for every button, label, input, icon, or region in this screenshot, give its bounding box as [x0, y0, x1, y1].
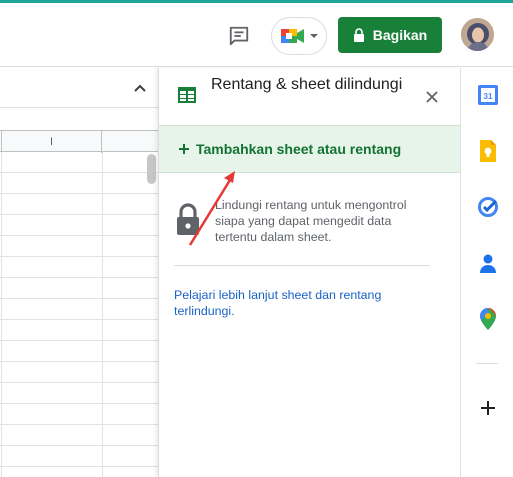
- keep-icon: [480, 140, 496, 162]
- contacts-icon: [480, 254, 496, 273]
- close-panel-button[interactable]: [422, 87, 442, 107]
- meet-button[interactable]: [271, 17, 327, 55]
- comment-history-button[interactable]: [226, 23, 252, 49]
- column-header-i[interactable]: I: [2, 131, 102, 153]
- google-meet-icon: [280, 29, 304, 43]
- get-add-ons-button[interactable]: [475, 395, 501, 421]
- protection-info: Lindungi rentang untuk mengontrol siapa …: [159, 188, 460, 258]
- keep-button[interactable]: [475, 138, 501, 164]
- maps-icon: [480, 308, 496, 330]
- learn-more-link[interactable]: Pelajari lebih lanjut sheet dan rentang …: [174, 287, 424, 319]
- user-avatar[interactable]: [461, 18, 494, 51]
- grid-row: [0, 404, 158, 425]
- grid-row: [0, 425, 158, 446]
- plus-icon: [179, 144, 189, 154]
- add-sheet-or-range-button[interactable]: Tambahkan sheet atau rentang: [159, 125, 460, 173]
- maps-button[interactable]: [475, 306, 501, 332]
- grid-row: [0, 152, 158, 173]
- comment-icon: [229, 26, 249, 46]
- tasks-button[interactable]: [475, 194, 501, 220]
- lock-icon: [353, 28, 364, 42]
- grid-row: [0, 236, 158, 257]
- grid-row: [0, 341, 158, 362]
- sheets-table-icon: [178, 87, 196, 103]
- grid-row: [0, 362, 158, 383]
- calendar-day: 31: [484, 92, 493, 101]
- tasks-icon: [478, 197, 498, 217]
- grid-row: [0, 173, 158, 194]
- spreadsheet-area: I: [0, 68, 158, 477]
- vertical-scrollbar[interactable]: [147, 154, 156, 184]
- chevron-down-icon: [309, 34, 318, 38]
- panel-header: Rentang & sheet dilindungi: [159, 68, 460, 125]
- cell-grid[interactable]: [0, 152, 158, 477]
- column-header-j[interactable]: [102, 131, 158, 153]
- grid-row: [0, 320, 158, 341]
- app-header: Bagikan: [0, 3, 513, 67]
- panel-title: Rentang & sheet dilindungi: [211, 76, 403, 93]
- plus-icon: [481, 401, 495, 415]
- lock-icon: [177, 203, 199, 235]
- side-apps-panel: 31: [460, 68, 513, 477]
- chevron-up-icon: [134, 84, 146, 92]
- grid-row: [0, 194, 158, 215]
- avatar-image: [461, 18, 494, 51]
- close-icon: [426, 91, 438, 103]
- calendar-button[interactable]: 31: [475, 82, 501, 108]
- share-button-label: Bagikan: [372, 27, 428, 43]
- column-header-row: I: [0, 130, 158, 153]
- contacts-button[interactable]: [475, 250, 501, 276]
- grid-row: [0, 215, 158, 236]
- grid-row: [0, 278, 158, 299]
- add-sheet-or-range-label: Tambahkan sheet atau rentang: [196, 141, 402, 157]
- side-panel-divider: [476, 363, 498, 364]
- grid-row: [0, 257, 158, 278]
- protected-ranges-panel: Rentang & sheet dilindungi Tambahkan she…: [158, 68, 460, 477]
- grid-row: [0, 446, 158, 467]
- column-letter: I: [49, 136, 54, 148]
- protection-description: Lindungi rentang untuk mengontrol siapa …: [215, 198, 407, 244]
- divider: [174, 265, 430, 266]
- grid-row: [0, 383, 158, 404]
- collapse-toolbar-button[interactable]: [130, 78, 150, 98]
- calendar-icon: 31: [478, 85, 498, 105]
- grid-row: [0, 299, 158, 320]
- sheet-toolbar: [0, 68, 158, 108]
- share-button[interactable]: Bagikan: [338, 17, 442, 53]
